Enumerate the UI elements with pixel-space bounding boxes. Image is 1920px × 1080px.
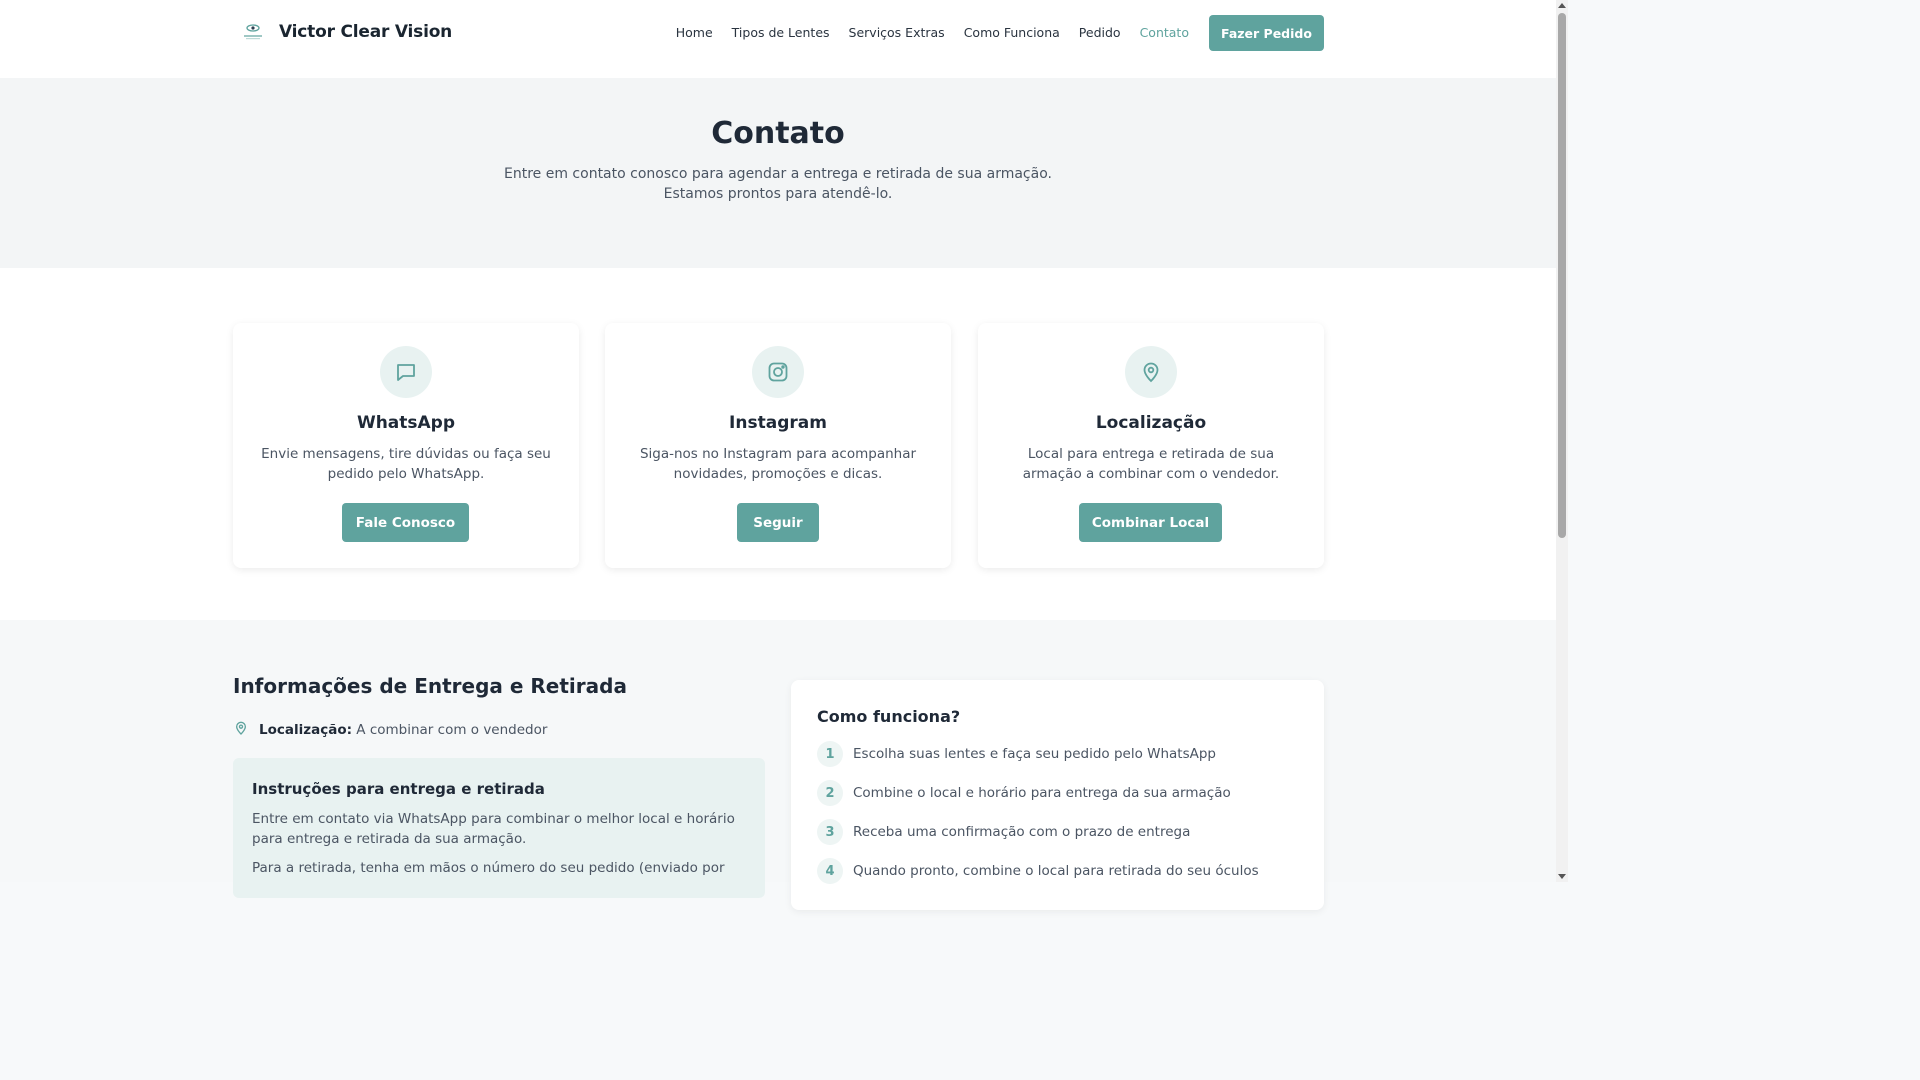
instructions-box: Instruções para entrega e retirada Entre…: [233, 758, 765, 898]
combinar-local-button[interactable]: Combinar Local: [1079, 503, 1222, 542]
step-item: 4 Quando pronto, combine o local para re…: [817, 858, 1259, 884]
step-number: 4: [817, 858, 843, 884]
instagram-icon: [752, 346, 804, 398]
step-item: 3 Receba uma confirmação com o prazo de …: [817, 819, 1190, 845]
step-text: Receba uma confirmação com o prazo de en…: [853, 824, 1191, 840]
main-nav: Home Tipos de Lentes Serviços Extras Com…: [676, 25, 1189, 40]
brand[interactable]: Victor Clear Vision: [241, 20, 452, 44]
nav-home[interactable]: Home: [676, 25, 713, 40]
step-number: 1: [817, 741, 843, 767]
location-value: A combinar com o vendedor: [356, 722, 548, 738]
card-description-line2: novidades, promoções e dicas.: [673, 466, 883, 482]
card-title: Localização: [1095, 413, 1207, 433]
card-description: Local para entrega e retirada de sua arm…: [1003, 444, 1299, 484]
instructions-paragraph-1: Entre em contato via WhatsApp para combi…: [252, 811, 735, 847]
card-description: Siga-nos no Instagram para acompanhar no…: [630, 444, 926, 484]
hero-section: Contato Entre em contato conosco para ag…: [0, 78, 1556, 268]
page-title: Contato: [711, 116, 845, 151]
contact-cards-section: WhatsApp Envie mensagens, tire dúvidas o…: [0, 268, 1556, 620]
scroll-up-icon[interactable]: [1558, 3, 1566, 8]
step-item: 2 Combine o local e horário para entrega…: [817, 780, 1231, 806]
step-text: Combine o local e horário para entrega d…: [853, 785, 1231, 801]
whatsapp-card: WhatsApp Envie mensagens, tire dúvidas o…: [233, 323, 579, 568]
step-text: Escolha suas lentes e faça seu pedido pe…: [853, 746, 1217, 762]
location-label: Localização:: [259, 722, 352, 738]
brand-name: Victor Clear Vision: [279, 22, 453, 42]
step-item: 1 Escolha suas lentes e faça seu pedido …: [817, 741, 1216, 767]
scrollbar-thumb[interactable]: [1558, 13, 1566, 538]
section-title: Informações de Entrega e Retirada: [233, 674, 627, 698]
nav-tipos-de-lentes[interactable]: Tipos de Lentes: [732, 25, 830, 40]
card-title: Instagram: [729, 413, 827, 433]
fale-conosco-button[interactable]: Fale Conosco: [342, 503, 469, 542]
instructions-title: Instruções para entrega e retirada: [252, 780, 545, 798]
step-text: Quando pronto, combine o local para reti…: [853, 863, 1259, 879]
nav-contato[interactable]: Contato: [1140, 25, 1189, 40]
nav-servicos-extras[interactable]: Serviços Extras: [849, 25, 945, 40]
hero-subtitle: Entre em contato conosco para agendar a …: [0, 164, 1556, 204]
card-description-line1: Local para entrega e retirada de sua: [1027, 446, 1275, 462]
card-description-line2: armação a combinar com o vendedor.: [1022, 466, 1280, 482]
how-title: Como funciona?: [817, 707, 961, 726]
location-text: Localização: A combinar com o vendedor: [259, 722, 547, 738]
localizacao-card: Localização Local para entrega e retirad…: [978, 323, 1324, 568]
card-description: Envie mensagens, tire dúvidas ou faça se…: [258, 444, 554, 484]
logo-icon: [241, 20, 265, 44]
page-scrollbar[interactable]: [1556, 0, 1568, 882]
card-description-line2: pedido pelo WhatsApp.: [327, 466, 485, 482]
site-header: Victor Clear Vision Home Tipos de Lentes…: [0, 0, 1556, 78]
hero-subtitle-line2: Estamos prontos para atendê-lo.: [663, 186, 893, 202]
card-description-line1: Envie mensagens, tire dúvidas ou faça se…: [261, 446, 551, 462]
fazer-pedido-button[interactable]: Fazer Pedido: [1209, 15, 1324, 51]
location-line: Localização: A combinar com o vendedor: [233, 719, 547, 741]
map-pin-icon: [1125, 346, 1177, 398]
scroll-down-icon[interactable]: [1558, 874, 1566, 879]
nav-pedido[interactable]: Pedido: [1079, 25, 1121, 40]
delivery-info-section: Informações de Entrega e Retirada Locali…: [0, 620, 1556, 910]
nav-como-funciona[interactable]: Como Funciona: [964, 25, 1060, 40]
instructions-paragraph-2: Para a retirada, tenha em mãos o número …: [252, 860, 725, 876]
how-it-works-card: Como funciona? 1 Escolha suas lentes e f…: [791, 680, 1324, 910]
step-number: 3: [817, 819, 843, 845]
seguir-button[interactable]: Seguir: [737, 503, 819, 542]
hero-subtitle-line1: Entre em contato conosco para agendar a …: [504, 166, 1052, 182]
instagram-card: Instagram Siga-nos no Instagram para aco…: [605, 323, 951, 568]
step-number: 2: [817, 780, 843, 806]
card-title: WhatsApp: [356, 413, 456, 433]
chat-bubble-icon: [380, 346, 432, 398]
map-pin-icon: [233, 719, 249, 741]
card-description-line1: Siga-nos no Instagram para acompanhar: [639, 446, 917, 462]
